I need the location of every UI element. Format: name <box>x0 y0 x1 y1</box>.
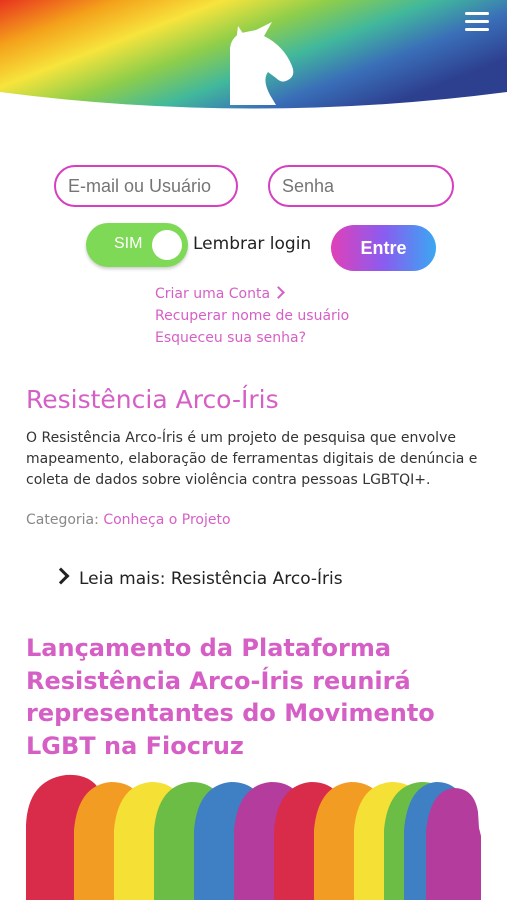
create-account-label: Criar uma Conta <box>155 286 271 302</box>
article-image <box>26 774 481 900</box>
menu-button[interactable] <box>465 12 489 32</box>
category-label: Categoria: <box>26 512 99 528</box>
site-header <box>0 0 507 120</box>
read-more-label: Leia mais: Resistência Arco-Íris <box>79 569 343 589</box>
rainbow-banner <box>0 0 507 109</box>
article-body: O Resistência Arco-Íris é um projeto de … <box>26 430 478 488</box>
category-link[interactable]: Conheça o Projeto <box>103 512 230 528</box>
hamburger-icon <box>465 12 489 15</box>
article-title[interactable]: Lançamento da Plataforma Resistência Arc… <box>26 632 486 762</box>
chevron-right-icon <box>272 286 285 299</box>
email-input[interactable] <box>54 165 238 207</box>
forgot-password-link[interactable]: Esqueceu sua senha? <box>155 330 306 346</box>
create-account-link[interactable]: Criar uma Conta <box>155 286 285 302</box>
recover-username-link[interactable]: Recuperar nome de usuário <box>155 308 349 324</box>
password-input[interactable] <box>268 165 454 207</box>
toggle-label: SIM <box>114 235 143 252</box>
login-button[interactable]: Entre <box>331 225 436 271</box>
article-title[interactable]: Resistência Arco-Íris <box>26 384 279 416</box>
chevron-right-icon <box>52 567 70 585</box>
article-category: Categoria: Conheça o Projeto <box>26 512 231 528</box>
read-more-link[interactable]: Leia mais: Resistência Arco-Íris <box>52 567 343 589</box>
toggle-knob <box>152 230 182 260</box>
remember-toggle[interactable]: SIM <box>86 223 188 267</box>
remember-label: Lembrar login <box>193 234 312 254</box>
